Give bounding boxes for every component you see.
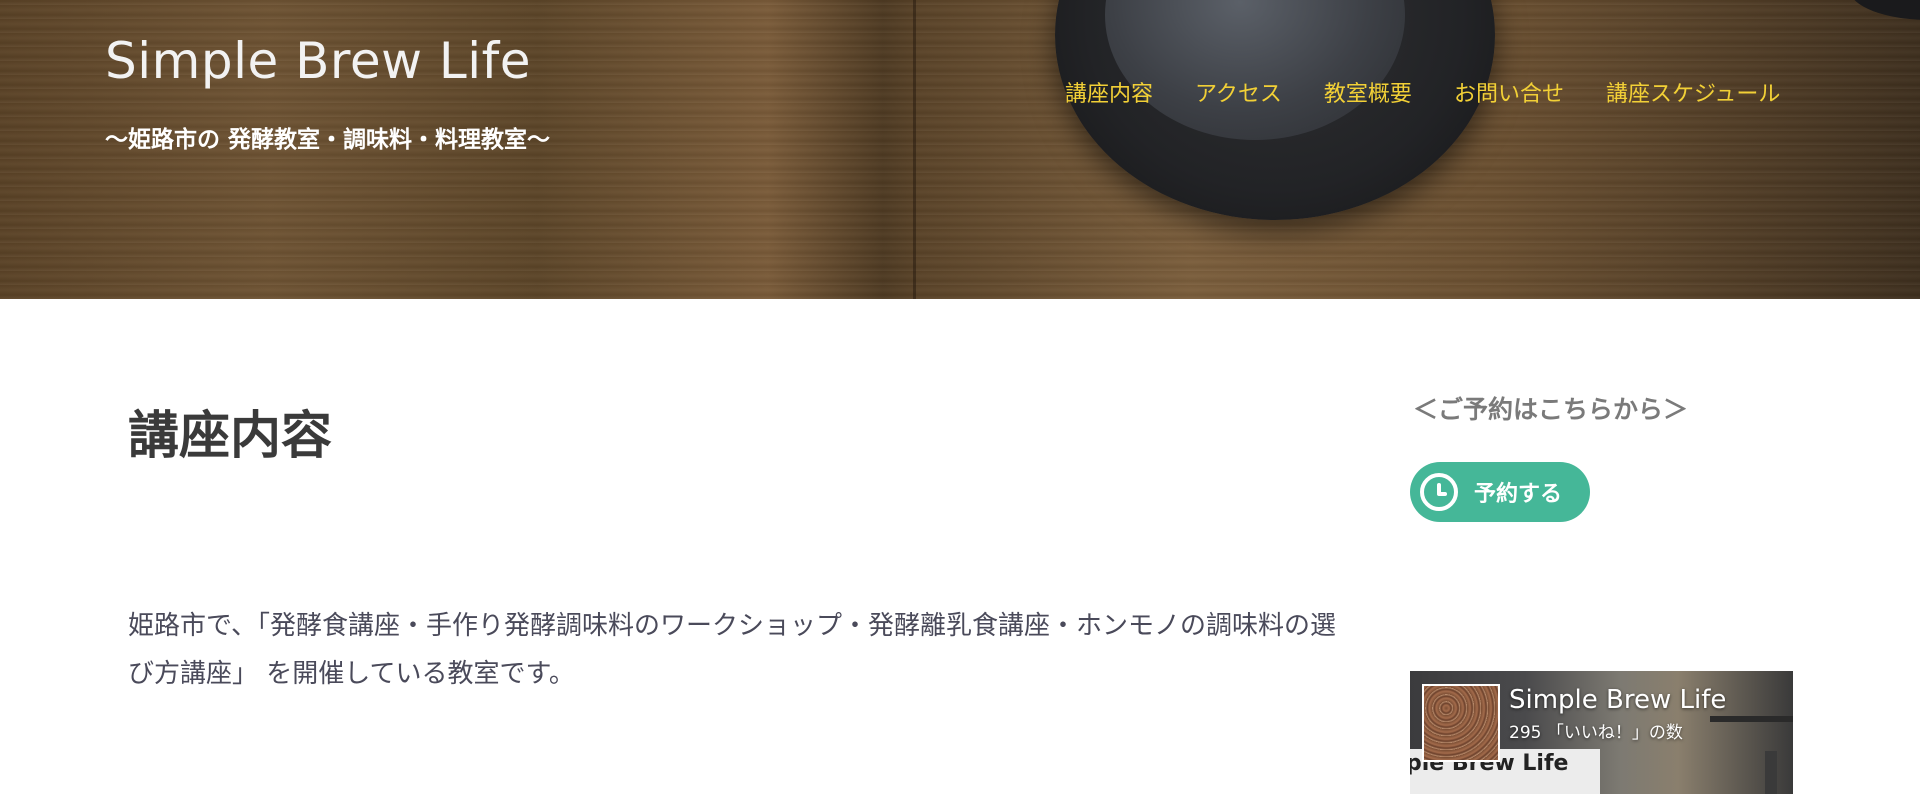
reserve-button-label: 予約する: [1474, 482, 1563, 507]
facebook-page-avatar[interactable]: [1422, 684, 1500, 762]
facebook-page-name[interactable]: Simple Brew Life: [1509, 685, 1726, 715]
cover-photo-bottle: [1765, 751, 1777, 794]
nav-item-courses[interactable]: 講座内容: [1065, 76, 1153, 108]
main-nav: 講座内容 アクセス 教室概要 お問い合せ 講座スケジュール: [1065, 76, 1780, 108]
site-tagline: 〜姫路市の 発酵教室・調味料・料理教室〜: [105, 127, 551, 153]
intro-text: 姫路市で、「発酵食講座・手作り発酵調味料のワークショップ・発酵離乳食講座・ホンモ…: [128, 611, 1336, 689]
facebook-like-count: 295 「いいね！」の数: [1509, 723, 1683, 743]
wood-plank-seam: [913, 0, 916, 299]
cover-photo-shelf: [1710, 716, 1793, 722]
nav-item-about[interactable]: 教室概要: [1324, 76, 1412, 108]
clock-icon: [1420, 473, 1458, 511]
page-title: 講座内容: [128, 407, 333, 466]
reserve-button[interactable]: 予約する: [1410, 462, 1590, 522]
reservation-heading: ＜ご予約はこちらから＞: [1413, 395, 1689, 424]
site-title[interactable]: Simple Brew Life: [105, 32, 531, 90]
facebook-page-widget[interactable]: ple Brew Life Simple Brew Life 295 「いいね！…: [1410, 671, 1793, 794]
nav-item-access[interactable]: アクセス: [1195, 76, 1282, 108]
nav-item-schedule[interactable]: 講座スケジュール: [1606, 76, 1780, 108]
site-header: Simple Brew Life 〜姫路市の 発酵教室・調味料・料理教室〜 講座…: [0, 0, 1920, 299]
nav-item-contact[interactable]: お問い合せ: [1454, 76, 1564, 108]
